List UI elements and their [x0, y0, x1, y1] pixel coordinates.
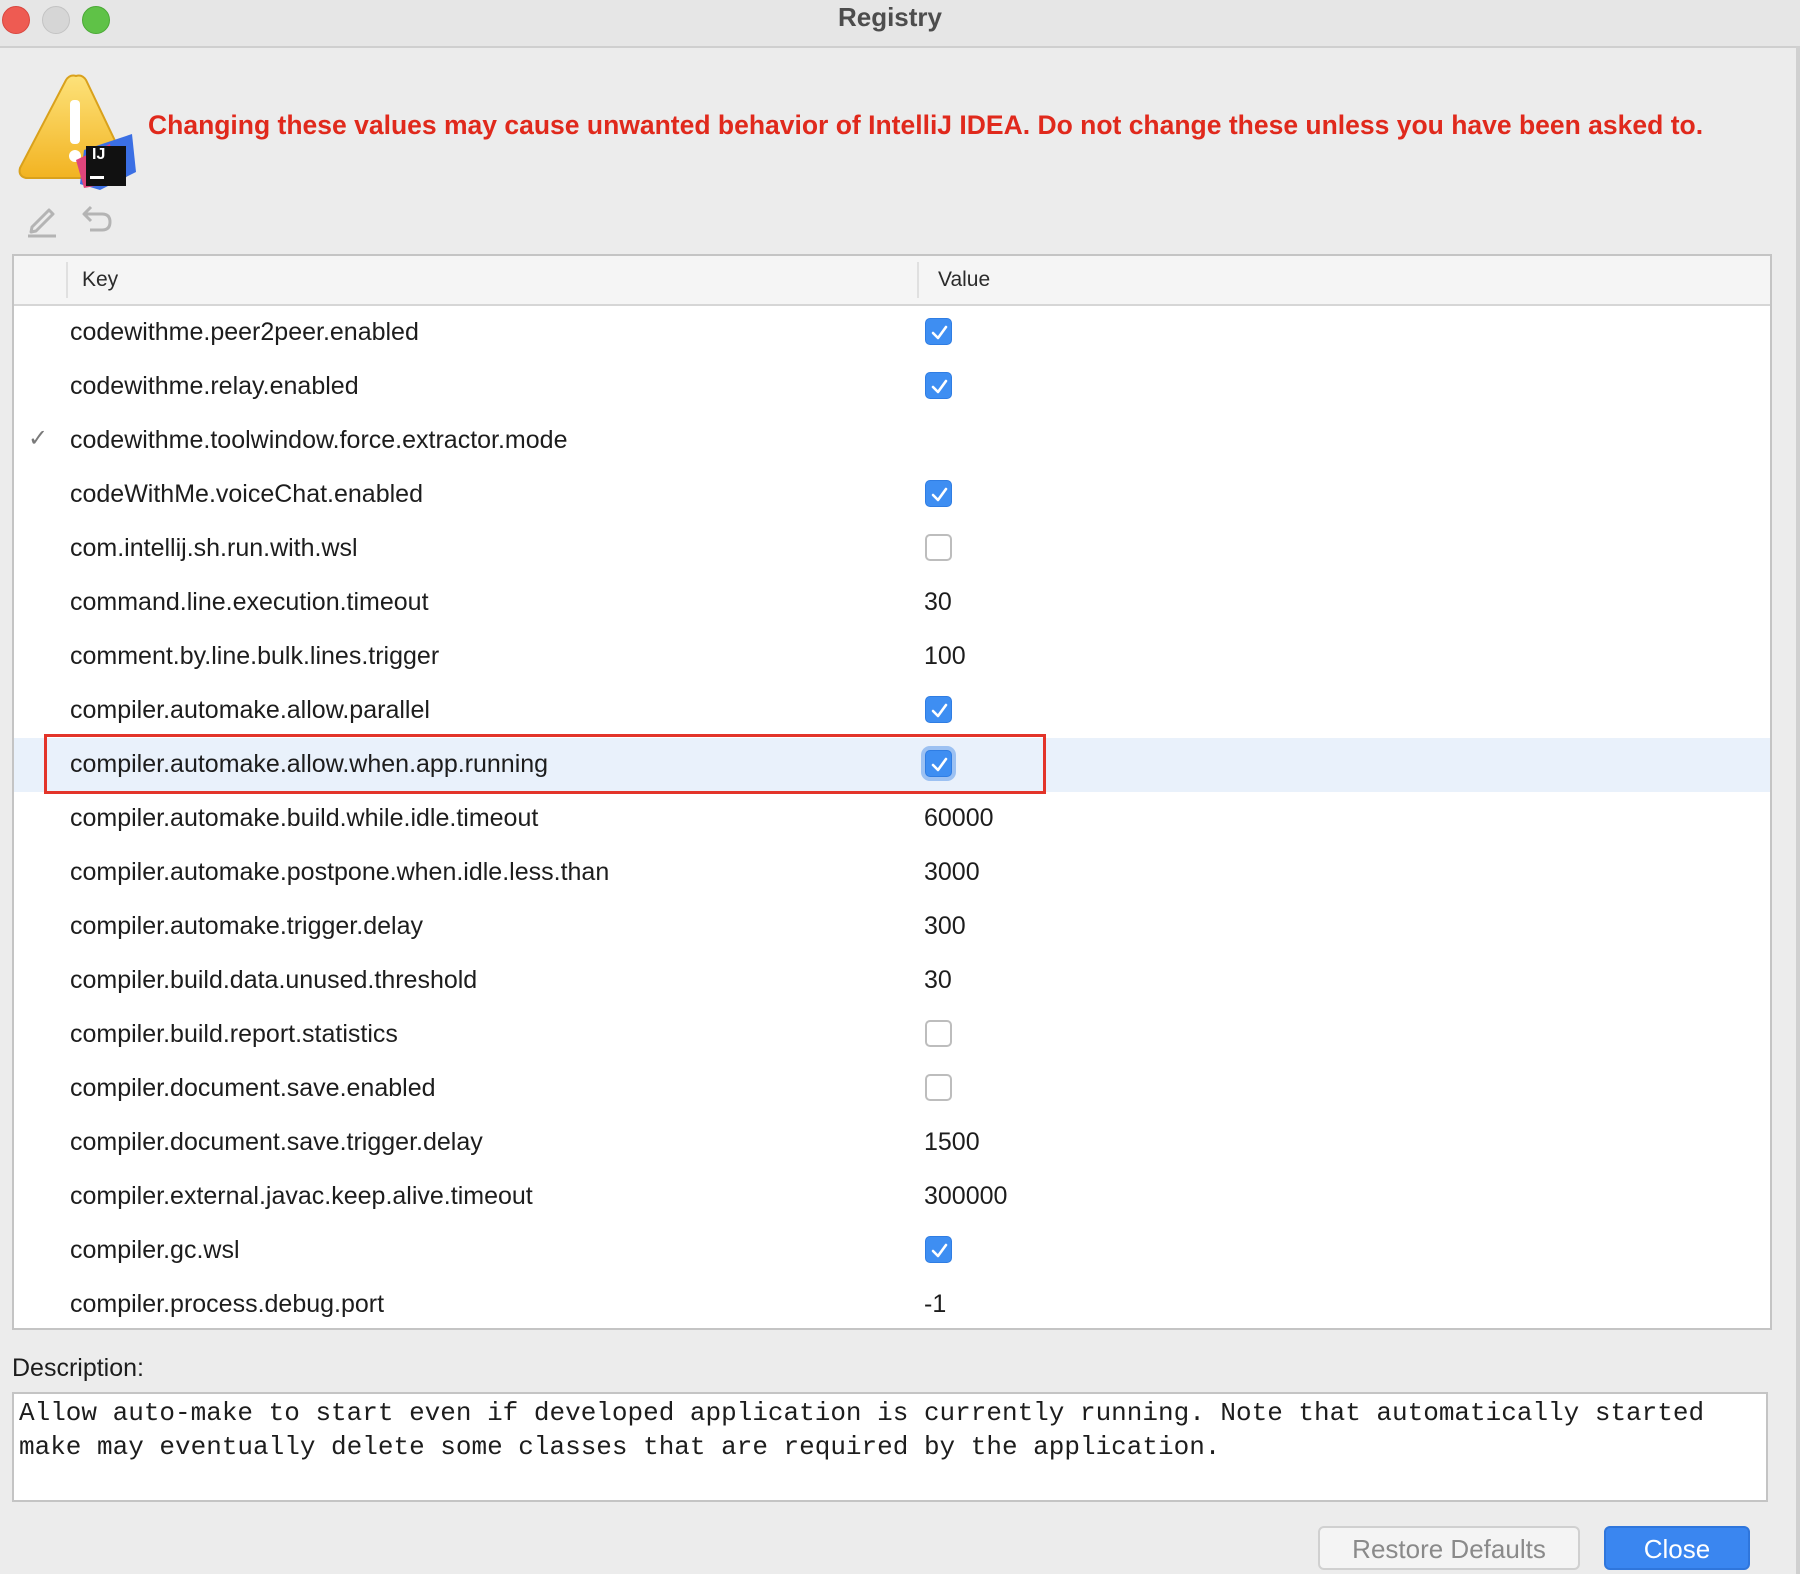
warning-message: Changing these values may cause unwanted…: [148, 110, 1704, 140]
warning-triangle-intellij-icon: IJ: [14, 72, 142, 190]
value-checkbox[interactable]: [925, 372, 952, 399]
registry-value[interactable]: 1500: [924, 1128, 980, 1157]
table-row[interactable]: compiler.automake.postpone.when.idle.les…: [14, 846, 1770, 900]
registry-key: codewithme.peer2peer.enabled: [70, 318, 419, 346]
table-row[interactable]: compiler.document.save.trigger.delay 1500: [14, 1116, 1770, 1170]
undo-icon: [82, 205, 112, 232]
revert-changes-button[interactable]: [76, 200, 114, 238]
column-divider: [66, 262, 68, 298]
value-checkbox[interactable]: [925, 696, 952, 723]
table-row[interactable]: compiler.external.javac.keep.alive.timeo…: [14, 1170, 1770, 1224]
checkmark-icon: [931, 379, 948, 394]
checkmark-icon: [931, 1243, 948, 1258]
table-header: Key Value: [14, 256, 1770, 306]
restore-defaults-button[interactable]: Restore Defaults: [1318, 1526, 1580, 1570]
table-row[interactable]: codewithme.peer2peer.enabled: [14, 306, 1770, 360]
registry-value[interactable]: 300000: [924, 1182, 1007, 1211]
table-row[interactable]: ✓ codewithme.toolwindow.force.extractor.m…: [14, 414, 1770, 468]
registry-key: compiler.automake.allow.parallel: [70, 696, 430, 724]
title-bar: Registry: [0, 0, 1800, 48]
checkmark-icon: [931, 325, 948, 340]
registry-key: compiler.process.debug.port: [70, 1290, 385, 1318]
window-title: Registry: [837, 2, 943, 32]
registry-key: compiler.automake.trigger.delay: [70, 912, 423, 940]
table-row[interactable]: com.intellij.sh.run.with.wsl: [14, 522, 1770, 576]
description-label: Description:: [12, 1354, 144, 1382]
checkmark-icon: [931, 487, 948, 502]
table-row[interactable]: compiler.document.save.enabled: [14, 1062, 1770, 1116]
intellij-badge-label: IJ: [92, 146, 106, 163]
table-row[interactable]: compiler.automake.allow.parallel: [14, 684, 1770, 738]
value-checkbox[interactable]: [925, 480, 952, 507]
table-row[interactable]: compiler.build.data.unused.threshold 30: [14, 954, 1770, 1008]
modified-check-icon: ✓: [28, 425, 49, 452]
registry-key: compiler.external.javac.keep.alive.timeo…: [70, 1182, 533, 1210]
value-checkbox[interactable]: [925, 534, 952, 561]
table-row[interactable]: command.line.execution.timeout 30: [14, 576, 1770, 630]
registry-value[interactable]: 60000: [924, 804, 994, 833]
edit-value-button[interactable]: [24, 200, 62, 238]
table-row[interactable]: compiler.gc.wsl: [14, 1224, 1770, 1278]
registry-key: compiler.automake.postpone.when.idle.les…: [70, 858, 610, 886]
window-edge: [1796, 46, 1800, 1574]
registry-value[interactable]: 3000: [924, 858, 980, 887]
column-divider: [917, 262, 919, 298]
value-checkbox[interactable]: [925, 1074, 952, 1101]
table-row[interactable]: comment.by.line.bulk.lines.trigger 100: [14, 630, 1770, 684]
table-row[interactable]: compiler.build.report.statistics: [14, 1008, 1770, 1062]
registry-value[interactable]: -1: [924, 1290, 946, 1319]
table-row[interactable]: codewithme.relay.enabled: [14, 360, 1770, 414]
registry-key: codewithme.relay.enabled: [70, 372, 359, 400]
registry-value[interactable]: 100: [924, 642, 966, 671]
registry-value[interactable]: 300: [924, 912, 966, 941]
table-body: codewithme.peer2peer.enabled codewithme.r…: [14, 306, 1770, 1328]
table-row[interactable]: compiler.automake.build.while.idle.timeo…: [14, 792, 1770, 846]
highlight-annotation-box: [44, 734, 1046, 794]
registry-key: compiler.build.data.unused.threshold: [70, 966, 478, 994]
registry-key: compiler.gc.wsl: [70, 1236, 240, 1264]
registry-key: codeWithMe.voiceChat.enabled: [70, 480, 423, 508]
registry-key: command.line.execution.timeout: [70, 588, 429, 616]
registry-key: comment.by.line.bulk.lines.trigger: [70, 642, 440, 670]
close-button[interactable]: Close: [1604, 1526, 1750, 1570]
registry-key: compiler.document.save.enabled: [70, 1074, 436, 1102]
registry-key: compiler.document.save.trigger.delay: [70, 1128, 483, 1156]
pencil-icon: [28, 208, 56, 238]
registry-key: compiler.automake.build.while.idle.timeo…: [70, 804, 539, 832]
column-header-key[interactable]: Key: [82, 268, 118, 292]
registry-key: codewithme.toolwindow.force.extractor.mo…: [70, 426, 568, 454]
registry-value[interactable]: 30: [924, 588, 952, 617]
description-text: Allow auto-make to start even if develop…: [12, 1392, 1768, 1502]
table-row[interactable]: codeWithMe.voiceChat.enabled: [14, 468, 1770, 522]
column-header-value[interactable]: Value: [938, 268, 990, 292]
registry-key: com.intellij.sh.run.with.wsl: [70, 534, 358, 562]
value-checkbox[interactable]: [925, 318, 952, 345]
value-checkbox[interactable]: [925, 1236, 952, 1263]
value-checkbox[interactable]: [925, 1020, 952, 1047]
table-row[interactable]: compiler.automake.trigger.delay 300: [14, 900, 1770, 954]
registry-key: compiler.build.report.statistics: [70, 1020, 398, 1048]
checkmark-icon: [931, 703, 948, 718]
table-row[interactable]: compiler.process.debug.port -1: [14, 1278, 1770, 1328]
registry-value[interactable]: 30: [924, 966, 952, 995]
